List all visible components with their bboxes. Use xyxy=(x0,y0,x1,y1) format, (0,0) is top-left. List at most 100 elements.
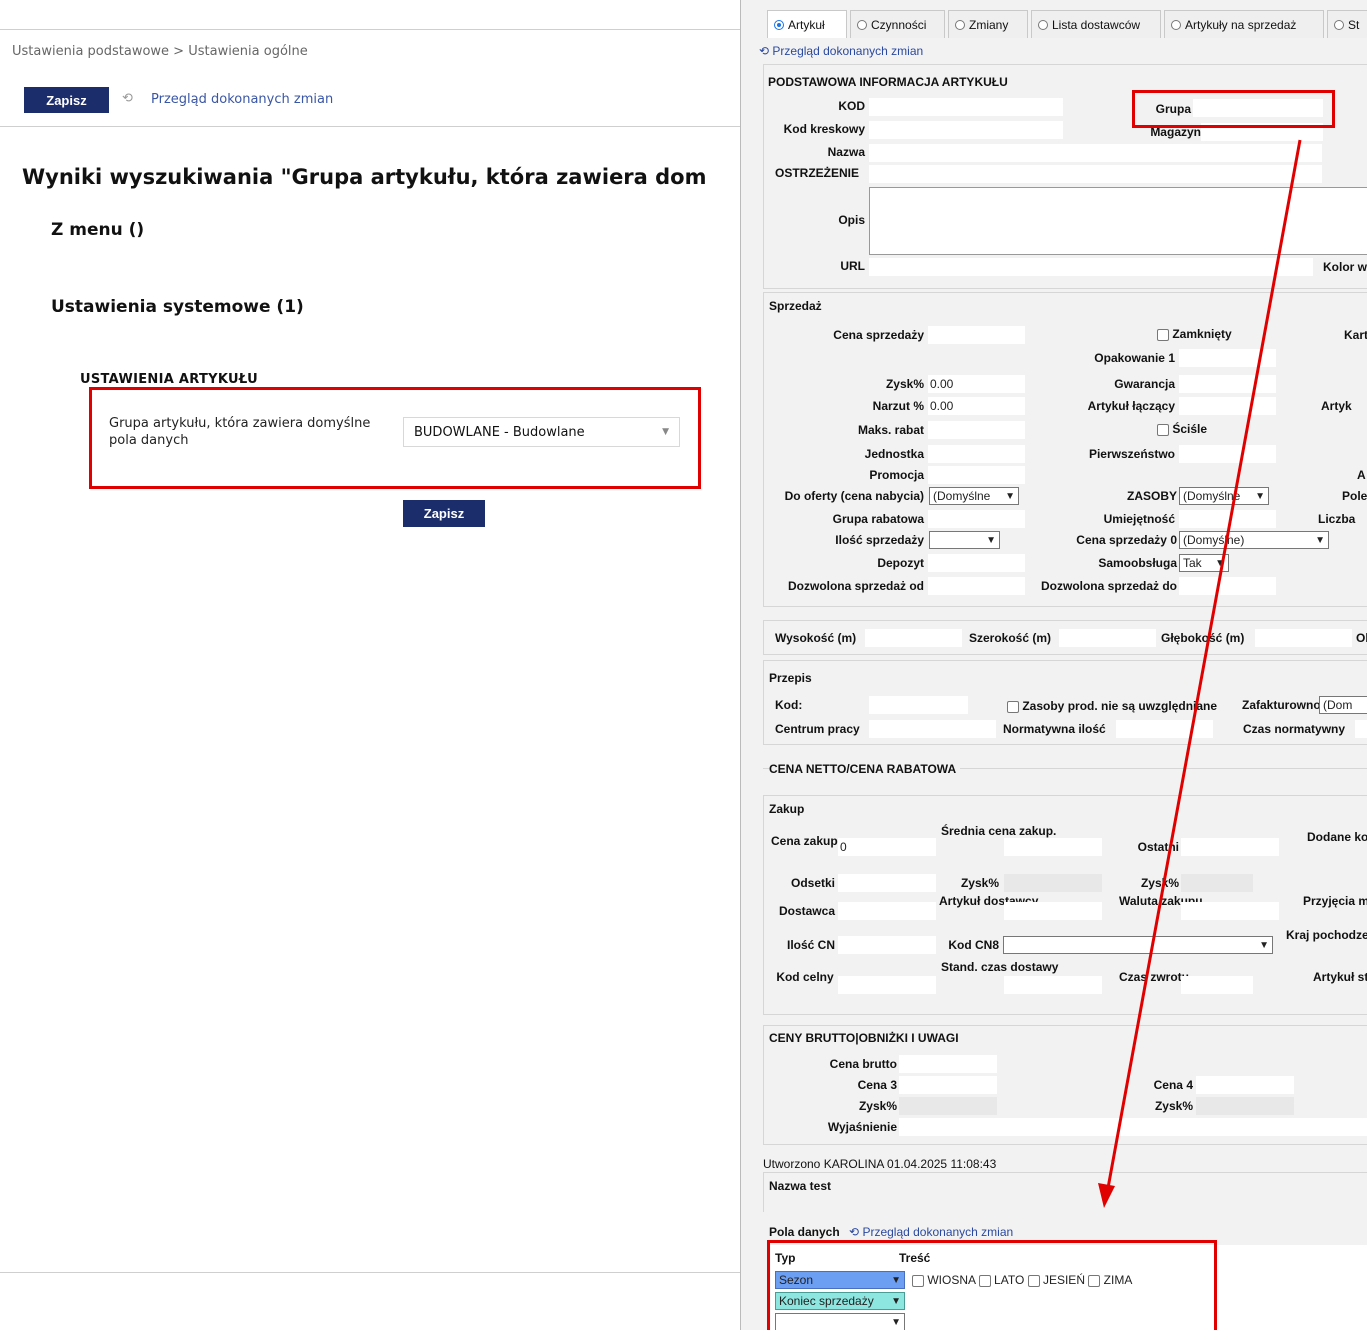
radio-icon xyxy=(955,19,965,30)
ostatni-field[interactable] xyxy=(1181,838,1279,856)
szerokosc-label: Szerokość (m) xyxy=(969,631,1052,645)
samoobsluga-select[interactable]: Tak ▼ xyxy=(1179,554,1229,572)
radio-icon xyxy=(1171,19,1181,30)
kod-celny-field[interactable] xyxy=(838,976,936,994)
do-oferty-label: Do oferty (cena nabycia) xyxy=(784,489,924,503)
tab-artykul[interactable]: Artykuł xyxy=(767,10,847,38)
cena4-field[interactable] xyxy=(1196,1076,1294,1094)
recipe-kod-field[interactable] xyxy=(869,696,968,714)
nazwa-test-label: Nazwa test xyxy=(769,1179,832,1193)
odsetki-field[interactable] xyxy=(838,874,936,892)
jednostka-field[interactable] xyxy=(928,445,1025,463)
created-info: Utworzono KAROLINA 01.04.2025 11:08:43 xyxy=(763,1157,997,1171)
dozwolona-do-field[interactable] xyxy=(1179,577,1276,595)
cena-sprzedazy-0-select[interactable]: (Domyślne) ▼ xyxy=(1179,531,1329,549)
tab-czynnosci[interactable]: Czynności xyxy=(850,10,945,38)
nazwa-field[interactable] xyxy=(869,144,1322,162)
kod-cn8-label: Kod CN8 xyxy=(948,938,999,952)
artykul-strat-label: Artykuł strat xyxy=(1313,970,1367,984)
grupa-rabatowa-field[interactable] xyxy=(928,510,1025,528)
chevron-down-icon: ▼ xyxy=(1215,557,1225,569)
kart-label: Kart xyxy=(1344,328,1367,342)
zasoby-prod-checkbox[interactable]: Zasoby prod. nie są uwzględniane xyxy=(1007,699,1217,713)
pierwszenstwo-field[interactable] xyxy=(1179,445,1276,463)
cena3-label: Cena 3 xyxy=(857,1078,897,1092)
kod-kreskowy-field[interactable] xyxy=(869,121,1063,139)
stand-czas-field[interactable] xyxy=(1004,976,1102,994)
kod-cn8-select[interactable]: ▼ xyxy=(1003,936,1273,954)
cena-zakupu-field[interactable]: 0 xyxy=(838,838,936,856)
do-oferty-select[interactable]: (Domyślne ▼ xyxy=(929,487,1019,505)
artykul-dostawcy-field[interactable] xyxy=(1004,902,1102,920)
zysk-field[interactable]: 0.00 xyxy=(928,375,1025,393)
checkbox-icon xyxy=(1157,423,1169,436)
data-fields-history-link[interactable]: ⟲ Przegląd dokonanych zmian xyxy=(849,1225,1013,1239)
jednostka-label: Jednostka xyxy=(864,447,924,461)
grupa-rabatowa-label: Grupa rabatowa xyxy=(832,512,924,526)
tab-artykuly-na-sprzedaz[interactable]: Artykuły na sprzedaż xyxy=(1164,10,1324,38)
czas-normatywny-field[interactable] xyxy=(1355,720,1367,738)
samoobsluga-label: Samoobsługa xyxy=(1098,556,1177,570)
article-settings-heading: USTAWIENIA ARTYKUŁU xyxy=(80,372,258,387)
kod-field[interactable] xyxy=(869,98,1063,116)
umiejetnosc-field[interactable] xyxy=(1179,510,1276,528)
czas-zwrotu-field[interactable] xyxy=(1181,976,1253,994)
liczba-label: Liczba xyxy=(1318,512,1356,526)
zamkniety-checkbox[interactable]: Zamknięty xyxy=(1157,327,1232,341)
dozwolona-od-field[interactable] xyxy=(928,577,1025,595)
tab-st[interactable]: St xyxy=(1327,10,1367,38)
maks-rabat-label: Maks. rabat xyxy=(857,423,924,437)
opakowanie-field[interactable] xyxy=(1179,349,1276,367)
tab-lista-dostawcow[interactable]: Lista dostawców xyxy=(1031,10,1161,38)
bottom-save-button[interactable]: Zapisz xyxy=(403,500,485,527)
gross-zysk2-label: Zysk% xyxy=(1154,1099,1193,1113)
purchase-title: Zakup xyxy=(769,802,805,816)
zasoby-select[interactable]: (Domyślne ▼ xyxy=(1179,487,1269,505)
scisle-checkbox[interactable]: Ściśle xyxy=(1157,422,1207,436)
gwarancja-field[interactable] xyxy=(1179,375,1276,393)
gross-zysk2-field xyxy=(1196,1097,1294,1115)
normatywna-field[interactable] xyxy=(1116,720,1213,738)
maks-rabat-field[interactable] xyxy=(928,421,1025,439)
narzut-field[interactable]: 0.00 xyxy=(928,397,1025,415)
waluta-field[interactable] xyxy=(1181,902,1279,920)
depozyt-field[interactable] xyxy=(928,554,1025,572)
wysokosc-field[interactable] xyxy=(865,629,962,647)
ilosc-sprzedazy-select[interactable]: ▼ xyxy=(929,531,1000,549)
szerokosc-field[interactable] xyxy=(1059,629,1156,647)
artykul-laczacy-field[interactable] xyxy=(1179,397,1276,415)
opis-textarea[interactable] xyxy=(869,187,1367,255)
radio-icon xyxy=(1334,19,1344,30)
default-group-select[interactable]: BUDOWLANE - Budowlane ▼ xyxy=(403,417,680,447)
ostrzezenie-field[interactable] xyxy=(869,165,1322,183)
centrum-field[interactable] xyxy=(869,720,996,738)
srednia-field[interactable] xyxy=(1004,838,1102,856)
cena3-field[interactable] xyxy=(899,1076,997,1094)
gwarancja-label: Gwarancja xyxy=(1114,377,1175,391)
dostawca-field[interactable] xyxy=(838,902,936,920)
zafakturowno-select[interactable]: (Dom xyxy=(1319,696,1367,714)
wyjasnienie-label: Wyjaśnienie xyxy=(827,1120,897,1134)
history-link[interactable]: Przegląd dokonanych zmian xyxy=(151,92,333,107)
ilosc-cn-field[interactable] xyxy=(838,936,936,954)
system-settings-heading: Ustawienia systemowe (1) xyxy=(51,297,304,317)
right-history-link[interactable]: ⟲ Przegląd dokonanych zmian xyxy=(759,44,923,58)
nazwa-label: Nazwa xyxy=(827,145,865,159)
glebokosc-field[interactable] xyxy=(1255,629,1352,647)
url-field[interactable] xyxy=(869,258,1313,276)
purchase-zysk-label: Zysk% xyxy=(960,876,999,890)
wyjasnienie-field[interactable] xyxy=(899,1118,1367,1136)
save-button[interactable]: Zapisz xyxy=(24,87,109,113)
gross-title: CENY BRUTTO|OBNIŻKI I UWAGI xyxy=(769,1031,959,1045)
promocja-field[interactable] xyxy=(928,466,1025,484)
basic-info-title: PODSTAWOWA INFORMACJA ARTYKUŁU xyxy=(768,75,1008,89)
a-label: A xyxy=(1357,468,1366,482)
cena-brutto-field[interactable] xyxy=(899,1055,997,1073)
tab-zmiany[interactable]: Zmiany xyxy=(948,10,1028,38)
przyjecia-label: Przyjęcia magazyn. xyxy=(1303,894,1367,908)
ob-label: Ob xyxy=(1356,631,1367,645)
cena-sprzedazy-field[interactable] xyxy=(928,326,1025,344)
article-card-panel: Artykuł Czynności Zmiany Lista dostawców… xyxy=(740,0,1367,1330)
chevron-down-icon: ▼ xyxy=(1315,534,1325,546)
kod-celny-label: Kod celny xyxy=(776,970,834,984)
